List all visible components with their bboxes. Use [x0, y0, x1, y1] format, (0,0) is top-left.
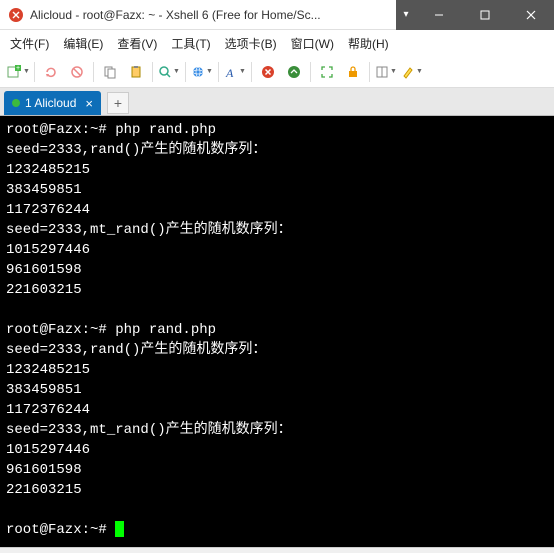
highlight-icon[interactable]: ▼: [400, 60, 424, 84]
window-title: Alicloud - root@Fazx: ~ - Xshell 6 (Free…: [30, 8, 396, 22]
menu-file[interactable]: 文件(F): [6, 33, 53, 54]
tab-label: 1 Alicloud: [25, 96, 76, 110]
disconnect-icon[interactable]: [65, 60, 89, 84]
minimize-button[interactable]: [416, 0, 462, 30]
svg-text:+: +: [16, 65, 20, 72]
menubar: 文件(F) 编辑(E) 查看(V) 工具(T) 选项卡(B) 窗口(W) 帮助(…: [0, 30, 554, 56]
titlebar: Alicloud - root@Fazx: ~ - Xshell 6 (Free…: [0, 0, 554, 30]
copy-icon[interactable]: [98, 60, 122, 84]
layout-icon[interactable]: ▼: [374, 60, 398, 84]
menu-help[interactable]: 帮助(H): [344, 33, 393, 54]
globe-icon[interactable]: ▼: [190, 60, 214, 84]
reconnect-icon[interactable]: [39, 60, 63, 84]
font-icon[interactable]: A▼: [223, 60, 247, 84]
maximize-button[interactable]: [462, 0, 508, 30]
statusbar: [0, 547, 554, 553]
status-dot-icon: [12, 99, 20, 107]
search-icon[interactable]: ▼: [157, 60, 181, 84]
lock-icon[interactable]: [341, 60, 365, 84]
terminal[interactable]: root@Fazx:~# php rand.phpseed=2333,rand(…: [0, 116, 554, 547]
session-tab[interactable]: 1 Alicloud ×: [4, 91, 101, 115]
paste-icon[interactable]: [124, 60, 148, 84]
new-session-icon[interactable]: +▼: [6, 60, 30, 84]
xshell-icon[interactable]: [256, 60, 280, 84]
menu-tools[interactable]: 工具(T): [167, 33, 214, 54]
xftp-icon[interactable]: [282, 60, 306, 84]
window-controls: ▾: [396, 0, 554, 30]
dropdown-button[interactable]: ▾: [396, 0, 416, 30]
fullscreen-icon[interactable]: [315, 60, 339, 84]
tab-add-button[interactable]: +: [107, 92, 129, 114]
close-button[interactable]: [508, 0, 554, 30]
toolbar: +▼ ▼ ▼ A▼ ▼ ▼: [0, 56, 554, 88]
menu-tab[interactable]: 选项卡(B): [221, 33, 281, 54]
app-icon: [8, 7, 24, 23]
svg-text:A: A: [225, 66, 234, 79]
tabbar: 1 Alicloud × +: [0, 88, 554, 116]
menu-edit[interactable]: 编辑(E): [59, 33, 107, 54]
menu-view[interactable]: 查看(V): [113, 33, 161, 54]
tab-close-icon[interactable]: ×: [85, 96, 93, 111]
menu-window[interactable]: 窗口(W): [287, 33, 338, 54]
